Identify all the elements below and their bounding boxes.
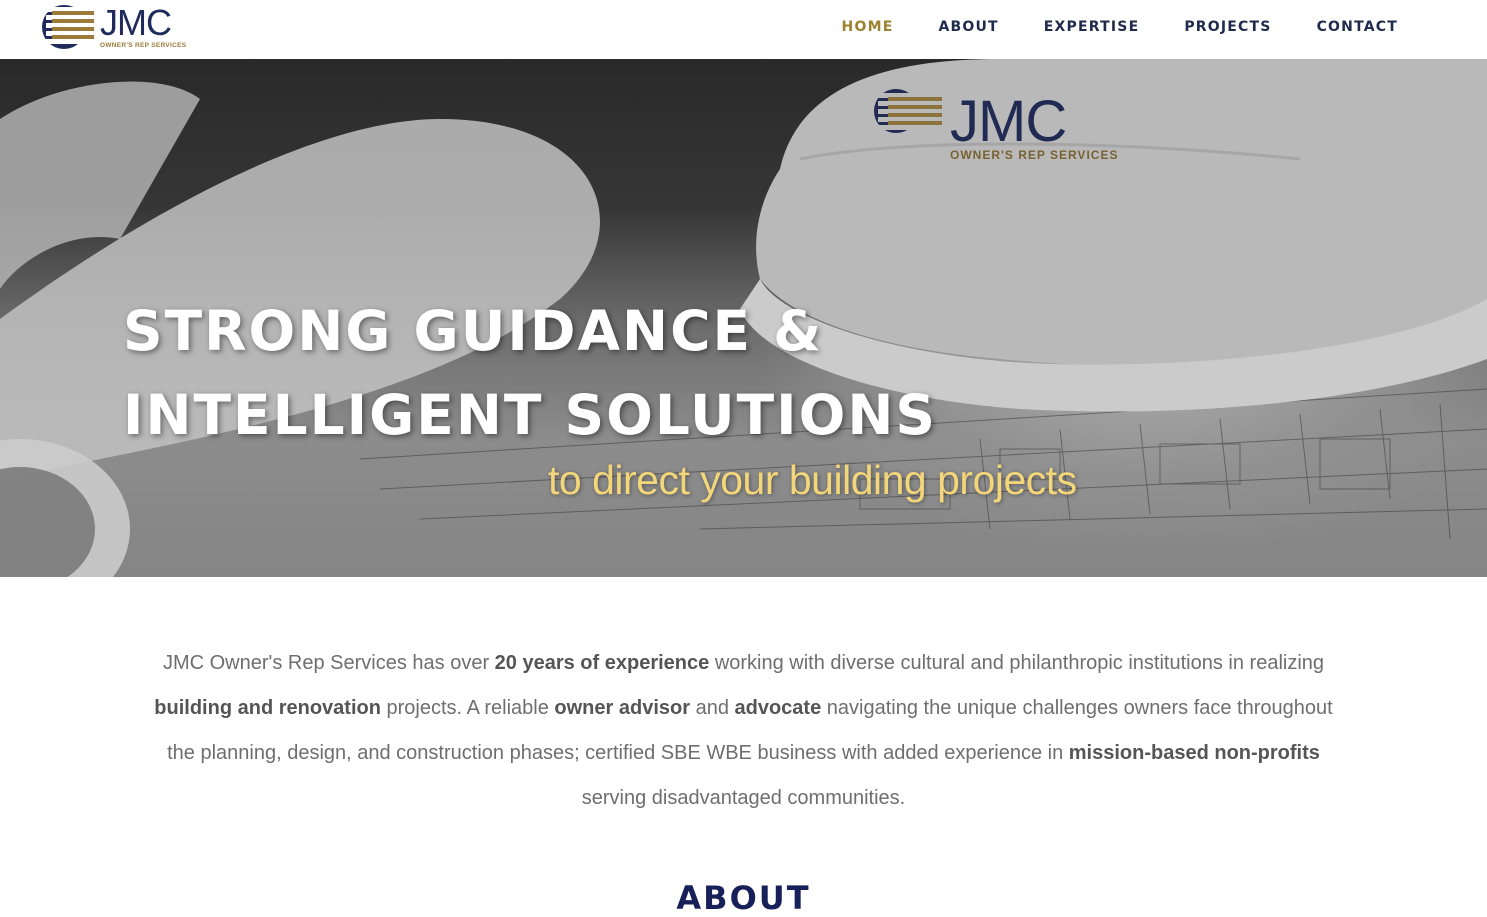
intro-text: projects. A reliable <box>380 697 555 719</box>
intro-highlight: mission-based non-profits <box>1068 742 1320 764</box>
about-heading: ABOUT <box>676 879 811 917</box>
main-nav: HOME ABOUT EXPERTISE PROJECTS CONTACT <box>797 0 1398 54</box>
nav-contact[interactable]: CONTACT <box>1317 19 1398 35</box>
intro-text: serving disadvantaged communities. <box>581 787 906 809</box>
logo-tagline: OWNER'S REP SERVICES <box>100 42 187 49</box>
hero-title-line-1: STRONG GUIDANCE & <box>123 299 824 363</box>
site-header: JMC OWNER'S REP SERVICES HOME ABOUT EXPE… <box>0 0 1487 59</box>
nav-home[interactable]: HOME <box>842 19 894 35</box>
logo-mark-icon <box>42 2 98 52</box>
logo-wordmark: JMC <box>100 2 172 43</box>
nav-about[interactable]: ABOUT <box>938 19 998 35</box>
hero-title-line-2: INTELLIGENT SOLUTIONS <box>123 383 938 447</box>
logo[interactable]: JMC OWNER'S REP SERVICES <box>42 2 186 52</box>
nav-expertise[interactable]: EXPERTISE <box>1044 19 1140 35</box>
hero-subtitle: to direct your building projects <box>548 457 1077 503</box>
intro-text: JMC Owner's Rep Services has over <box>162 652 495 674</box>
hero-banner: JMC OWNER'S REP SERVICES STRONG GUIDANCE… <box>0 59 1487 577</box>
hero-title: STRONG GUIDANCE & INTELLIGENT SOLUTIONS <box>123 289 937 457</box>
intro-highlight: advocate <box>734 697 822 719</box>
intro-highlight: owner advisor <box>554 697 691 719</box>
intro-text: and <box>690 697 735 719</box>
intro-text: working with diverse cultural and philan… <box>709 652 1325 674</box>
intro-highlight: 20 years of experience <box>494 652 710 674</box>
intro-paragraph: JMC Owner's Rep Services has over 20 yea… <box>144 577 1344 821</box>
intro-highlight: building and renovation <box>154 697 381 719</box>
nav-projects[interactable]: PROJECTS <box>1184 19 1271 35</box>
